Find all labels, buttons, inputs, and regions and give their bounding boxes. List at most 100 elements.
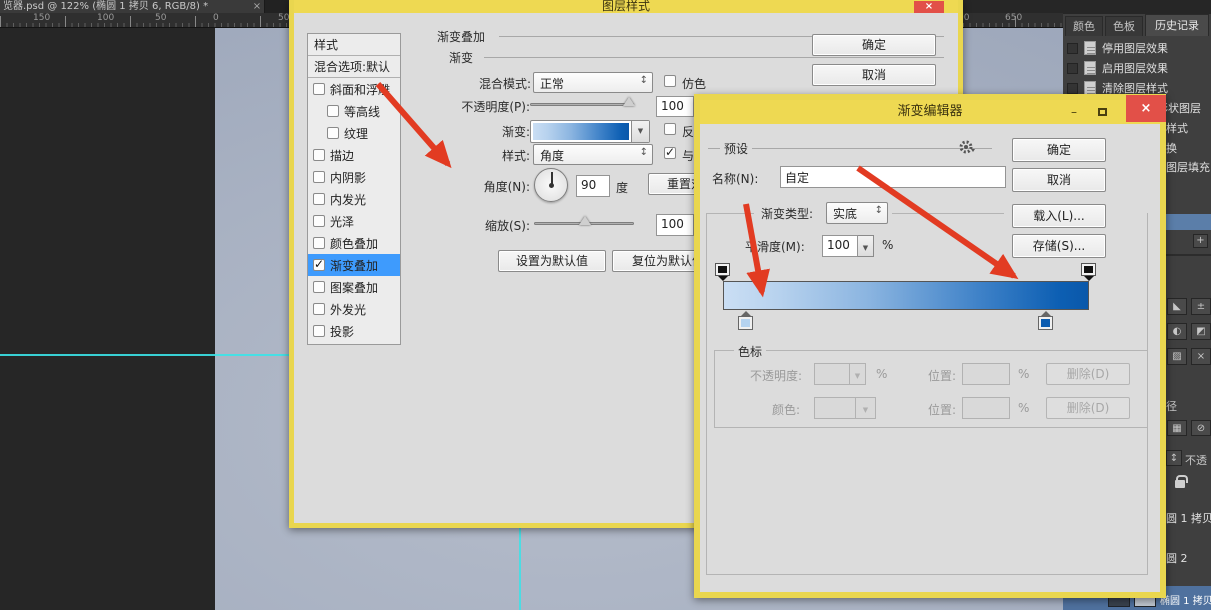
layer-row-fragment[interactable]: 圆 2 (1166, 550, 1188, 566)
gradient-type-dropdown[interactable]: 实底 (826, 202, 888, 224)
close-icon[interactable]: × (1126, 95, 1166, 122)
stop-color-swatch[interactable] (814, 397, 856, 419)
document-tab-close-icon[interactable]: × (250, 0, 264, 13)
style-checkbox[interactable] (327, 127, 339, 139)
style-checkbox[interactable] (327, 105, 339, 117)
scale-slider[interactable] (534, 222, 634, 225)
opacity-value[interactable]: 100 (656, 96, 694, 117)
blend-options-item[interactable]: 混合选项:默认 (308, 56, 400, 78)
history-item-fragment[interactable]: 图层填充 (1166, 159, 1210, 175)
style-checkbox[interactable] (313, 237, 325, 249)
style-checkbox[interactable] (313, 215, 325, 227)
presets-menu-button[interactable] (958, 139, 976, 159)
set-default-button[interactable]: 设置为默认值 (498, 250, 606, 272)
scale-value[interactable]: 100 (656, 214, 694, 236)
style-item[interactable]: 内阴影 (308, 166, 400, 188)
stop-color-picker-arrow-icon[interactable] (856, 397, 876, 419)
history-source-checkbox[interactable] (1067, 43, 1078, 54)
angle-value[interactable]: 90 (576, 175, 610, 197)
group-line-segment (892, 213, 1004, 214)
color-stop-left[interactable] (739, 311, 752, 329)
adjustment-icon[interactable]: ◣ (1167, 298, 1187, 315)
opacity-location-value[interactable] (962, 363, 1010, 385)
history-source-checkbox[interactable] (1067, 63, 1078, 74)
opacity-slider-thumb[interactable] (623, 97, 635, 106)
color-location-value[interactable] (962, 397, 1010, 419)
close-icon[interactable]: × (914, 1, 944, 13)
delete-color-stop-button[interactable]: 删除(D) (1046, 397, 1130, 419)
style-item-gradient-overlay[interactable]: 渐变叠加 (308, 254, 400, 276)
opacity-slider[interactable] (530, 103, 634, 106)
fill-layer-icon[interactable]: ▦ (1167, 420, 1187, 436)
history-item[interactable]: 停用图层效果 (1063, 38, 1211, 58)
layer-style-titlebar[interactable]: 图层样式 × (294, 0, 958, 13)
style-item[interactable]: 投影 (308, 320, 400, 342)
gradient-swatch-button[interactable]: ▼ (530, 120, 650, 143)
cancel-button[interactable]: 取消 (1012, 168, 1106, 192)
opacity-stop-right[interactable] (1082, 264, 1095, 281)
style-dropdown[interactable]: 角度 (533, 144, 653, 165)
cancel-button[interactable]: 取消 (812, 64, 936, 86)
style-item[interactable]: 描边 (308, 144, 400, 166)
align-checkbox[interactable] (664, 147, 676, 159)
style-checkbox[interactable] (313, 149, 325, 161)
blend-mode-dropdown[interactable]: 正常 (533, 72, 653, 93)
ok-button[interactable]: 确定 (812, 34, 936, 56)
style-checkbox[interactable] (313, 325, 325, 337)
tab-color[interactable]: 颜色 (1065, 16, 1103, 36)
style-item[interactable]: 外发光 (308, 298, 400, 320)
stop-opacity-value[interactable] (814, 363, 850, 385)
gradient-preview-bar[interactable] (723, 281, 1089, 310)
gradient-editor-titlebar[interactable]: 渐变编辑器 – × (700, 100, 1160, 124)
style-checkbox[interactable] (313, 281, 325, 293)
adjustment-icon[interactable]: ▨ (1167, 348, 1187, 365)
history-item-fragment[interactable]: 样式 (1166, 120, 1188, 136)
style-checkbox[interactable] (313, 193, 325, 205)
adjustment-icon[interactable]: × (1191, 348, 1211, 365)
style-checkbox[interactable] (313, 171, 325, 183)
smoothness-value[interactable]: 100 (822, 235, 858, 257)
no-color-icon[interactable]: ⊘ (1191, 420, 1211, 436)
scale-slider-thumb[interactable] (579, 216, 591, 225)
history-source-checkbox[interactable] (1067, 83, 1078, 94)
tab-history[interactable]: 历史记录 (1145, 14, 1209, 36)
adjustment-icon[interactable]: ◩ (1191, 323, 1211, 340)
style-item[interactable]: 颜色叠加 (308, 232, 400, 254)
delete-opacity-stop-button[interactable]: 删除(D) (1046, 363, 1130, 385)
scale-label: 缩放(S): (434, 217, 530, 234)
adjustment-icon[interactable]: ± (1191, 298, 1211, 315)
name-input[interactable]: 自定 (780, 166, 1006, 188)
style-checkbox[interactable] (313, 83, 325, 95)
minimize-icon[interactable]: – (1064, 105, 1084, 121)
save-button[interactable]: 存储(S)... (1012, 234, 1106, 258)
gradient-dropdown-arrow-icon[interactable]: ▼ (631, 121, 649, 142)
color-stop-right[interactable] (1039, 311, 1052, 329)
history-item[interactable]: 启用图层效果 (1063, 58, 1211, 78)
angle-dial[interactable] (534, 168, 568, 202)
smoothness-dropdown-arrow-icon[interactable] (858, 235, 874, 257)
style-item[interactable]: 光泽 (308, 210, 400, 232)
load-button[interactable]: 载入(L)... (1012, 204, 1106, 228)
style-item[interactable]: 内发光 (308, 188, 400, 210)
new-snapshot-icon[interactable]: + (1193, 234, 1208, 248)
reverse-checkbox[interactable] (664, 123, 676, 135)
tab-swatches[interactable]: 色板 (1105, 16, 1143, 36)
style-item[interactable]: 斜面和浮雕 (308, 78, 400, 100)
style-checkbox[interactable] (313, 303, 325, 315)
opacity-stop-left[interactable] (716, 264, 729, 281)
panel-header-strip (1063, 0, 1211, 14)
lock-icon[interactable] (1175, 480, 1185, 488)
adjustment-icon[interactable]: ◐ (1167, 323, 1187, 340)
ok-button[interactable]: 确定 (1012, 138, 1106, 162)
blend-mode-stepper-icon[interactable]: ↕ (1166, 450, 1182, 466)
style-item[interactable]: 等高线 (308, 100, 400, 122)
dither-checkbox[interactable] (664, 75, 676, 87)
history-item-fragment[interactable]: 换 (1166, 140, 1177, 156)
style-item[interactable]: 纹理 (308, 122, 400, 144)
style-checkbox-checked[interactable] (313, 259, 325, 271)
stop-opacity-arrow-icon[interactable] (850, 363, 866, 385)
layer-row-fragment[interactable]: 圆 1 拷贝 (1166, 510, 1211, 526)
style-item[interactable]: 图案叠加 (308, 276, 400, 298)
maximize-icon[interactable] (1092, 105, 1112, 121)
document-tab[interactable]: 览器.psd @ 122% (椭圆 1 拷贝 6, RGB/8) * (0, 0, 265, 13)
